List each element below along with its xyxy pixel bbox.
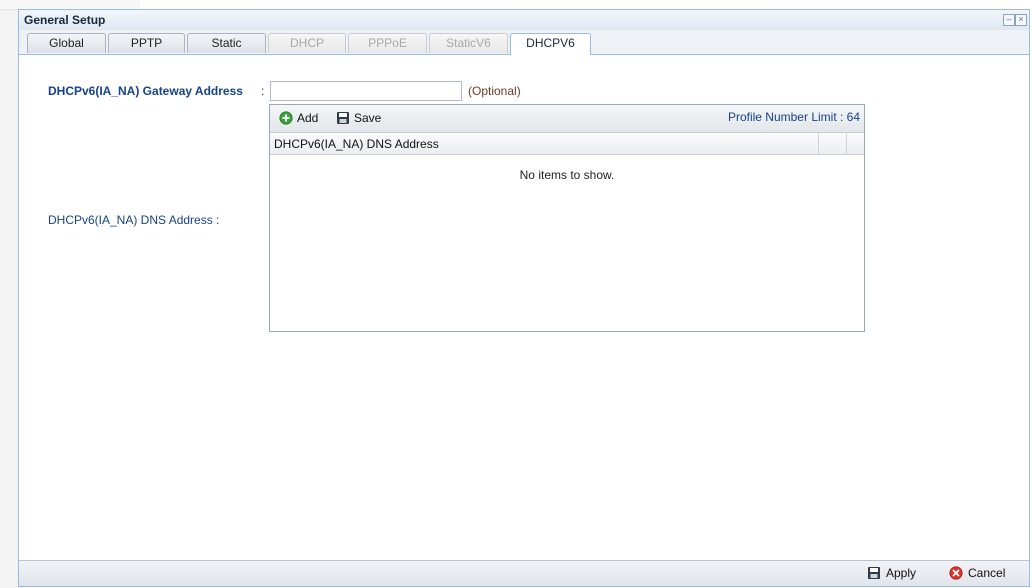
- cancel-button[interactable]: Cancel: [949, 566, 1005, 580]
- gateway-address-label: DHCPv6(IA_NA) Gateway Address: [48, 84, 243, 98]
- grid-header-row: DHCPv6(IA_NA) DNS Address: [270, 133, 864, 155]
- close-icon[interactable]: ×: [1015, 14, 1027, 26]
- apply-button[interactable]: Apply: [867, 566, 916, 580]
- window-title: General Setup: [24, 13, 106, 27]
- tab-pppoe: PPPoE: [348, 33, 427, 53]
- dns-address-grid: Add Save Profile Number Limit : 64 DHCPv…: [269, 104, 865, 332]
- empty-grid-message: No items to show.: [519, 168, 615, 182]
- add-button-label: Add: [297, 111, 319, 125]
- add-icon: [279, 111, 293, 125]
- gateway-label-colon: :: [261, 84, 265, 98]
- tab-dhcp: DHCP: [268, 33, 346, 53]
- apply-icon: [868, 567, 880, 579]
- tab-pptp[interactable]: PPTP: [108, 33, 185, 53]
- gateway-address-input[interactable]: [270, 81, 462, 101]
- save-icon: [337, 112, 349, 124]
- dns-address-label: DHCPv6(IA_NA) DNS Address :: [48, 213, 220, 227]
- tab-static[interactable]: Static: [187, 33, 266, 53]
- optional-hint: (Optional): [468, 84, 521, 98]
- tab-bar: Global PPTP Static DHCP PPPoE StaticV6 D…: [19, 30, 1029, 55]
- column-header-dns-address[interactable]: DHCPv6(IA_NA) DNS Address: [274, 137, 439, 151]
- window-titlebar: General Setup – ×: [19, 10, 1029, 31]
- tab-global[interactable]: Global: [27, 33, 106, 53]
- add-button[interactable]: Add: [279, 111, 318, 125]
- apply-button-label: Apply: [886, 566, 917, 580]
- tab-dhcpv6[interactable]: DHCPV6: [510, 33, 591, 55]
- column-divider: [846, 133, 847, 154]
- general-setup-window: General Setup – × Global PPTP Static DHC…: [18, 9, 1030, 587]
- grid-toolbar: Add Save Profile Number Limit : 64: [270, 105, 864, 133]
- tab-staticv6: StaticV6: [429, 33, 508, 53]
- profile-limit-text: Profile Number Limit : 64: [727, 110, 860, 124]
- column-divider: [818, 133, 819, 154]
- cancel-icon: [949, 566, 963, 580]
- save-button[interactable]: Save: [336, 111, 381, 125]
- save-button-label: Save: [354, 111, 382, 125]
- minimize-icon[interactable]: –: [1003, 14, 1015, 26]
- cancel-button-label: Cancel: [968, 566, 1006, 580]
- window-footer: Apply Cancel: [19, 560, 1029, 586]
